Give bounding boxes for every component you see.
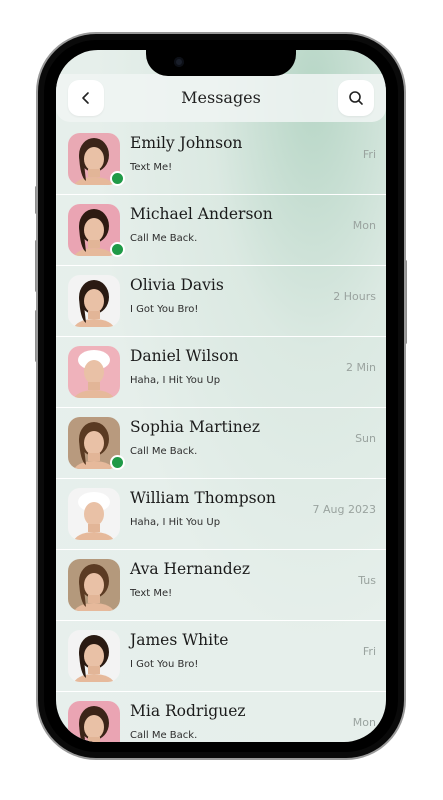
- message-time: Fri: [362, 645, 376, 658]
- message-preview: Text Me!: [130, 162, 173, 173]
- power-button: [404, 260, 407, 344]
- contact-name: James White: [130, 631, 229, 649]
- message-time: 2 Min: [345, 361, 376, 374]
- message-preview: Call Me Back.: [130, 446, 198, 457]
- contact-name: William Thompson: [130, 489, 276, 507]
- message-preview: I Got You Bro!: [130, 659, 199, 670]
- avatar: [68, 701, 120, 742]
- contact-name: Emily Johnson: [130, 134, 243, 152]
- conversation-item[interactable]: Olivia Davis I Got You Bro! 2 Hours: [56, 266, 386, 337]
- search-button[interactable]: [338, 80, 374, 116]
- conversation-item[interactable]: Mia Rodriguez Call Me Back. Mon: [56, 692, 386, 742]
- message-time: 2 Hours: [333, 290, 376, 303]
- notch: [146, 50, 296, 76]
- contact-name: Mia Rodriguez: [130, 702, 246, 720]
- conversation-item[interactable]: Emily Johnson Text Me! Fri: [56, 124, 386, 195]
- search-icon: [349, 91, 363, 105]
- app-screen: Messages Emily Johnson Text Me! Fri Michael…: [56, 50, 386, 742]
- front-camera: [174, 57, 184, 67]
- contact-name: Olivia Davis: [130, 276, 224, 294]
- conversation-item[interactable]: Ava Hernandez Text Me! Tus: [56, 550, 386, 621]
- avatar: [68, 346, 120, 398]
- conversation-item[interactable]: Michael Anderson Call Me Back. Mon: [56, 195, 386, 266]
- conversation-item[interactable]: Sophia Martinez Call Me Back. Sun: [56, 408, 386, 479]
- message-time: Fri: [362, 148, 376, 161]
- message-preview: I Got You Bro!: [130, 304, 199, 315]
- contact-name: Daniel Wilson: [130, 347, 239, 365]
- message-preview: Call Me Back.: [130, 730, 198, 741]
- header-bar: Messages: [56, 74, 386, 122]
- conversation-item[interactable]: James White I Got You Bro! Fri: [56, 621, 386, 692]
- conversation-item[interactable]: Daniel Wilson Haha, I Hit You Up 2 Min: [56, 337, 386, 408]
- message-preview: Call Me Back.: [130, 233, 198, 244]
- page-title: Messages: [181, 88, 261, 107]
- back-button[interactable]: [68, 80, 104, 116]
- conversation-item[interactable]: William Thompson Haha, I Hit You Up 7 Aug …: [56, 479, 386, 550]
- online-status-indicator: [110, 171, 125, 186]
- contact-name: Ava Hernandez: [130, 560, 251, 578]
- message-time: Mon: [352, 716, 376, 729]
- avatar: [68, 559, 120, 611]
- online-status-indicator: [110, 242, 125, 257]
- avatar: [68, 275, 120, 327]
- message-time: Mon: [352, 219, 376, 232]
- message-time: Sun: [355, 432, 376, 445]
- chevron-left-icon: [82, 92, 89, 104]
- contact-name: Sophia Martinez: [130, 418, 261, 436]
- message-preview: Haha, I Hit You Up: [130, 517, 221, 528]
- message-time: Tus: [358, 574, 376, 587]
- message-preview: Text Me!: [130, 588, 173, 599]
- avatar: [68, 630, 120, 682]
- contact-name: Michael Anderson: [130, 205, 273, 223]
- online-status-indicator: [110, 455, 125, 470]
- message-preview: Haha, I Hit You Up: [130, 375, 221, 386]
- message-time: 7 Aug 2023: [312, 503, 376, 516]
- avatar: [68, 488, 120, 540]
